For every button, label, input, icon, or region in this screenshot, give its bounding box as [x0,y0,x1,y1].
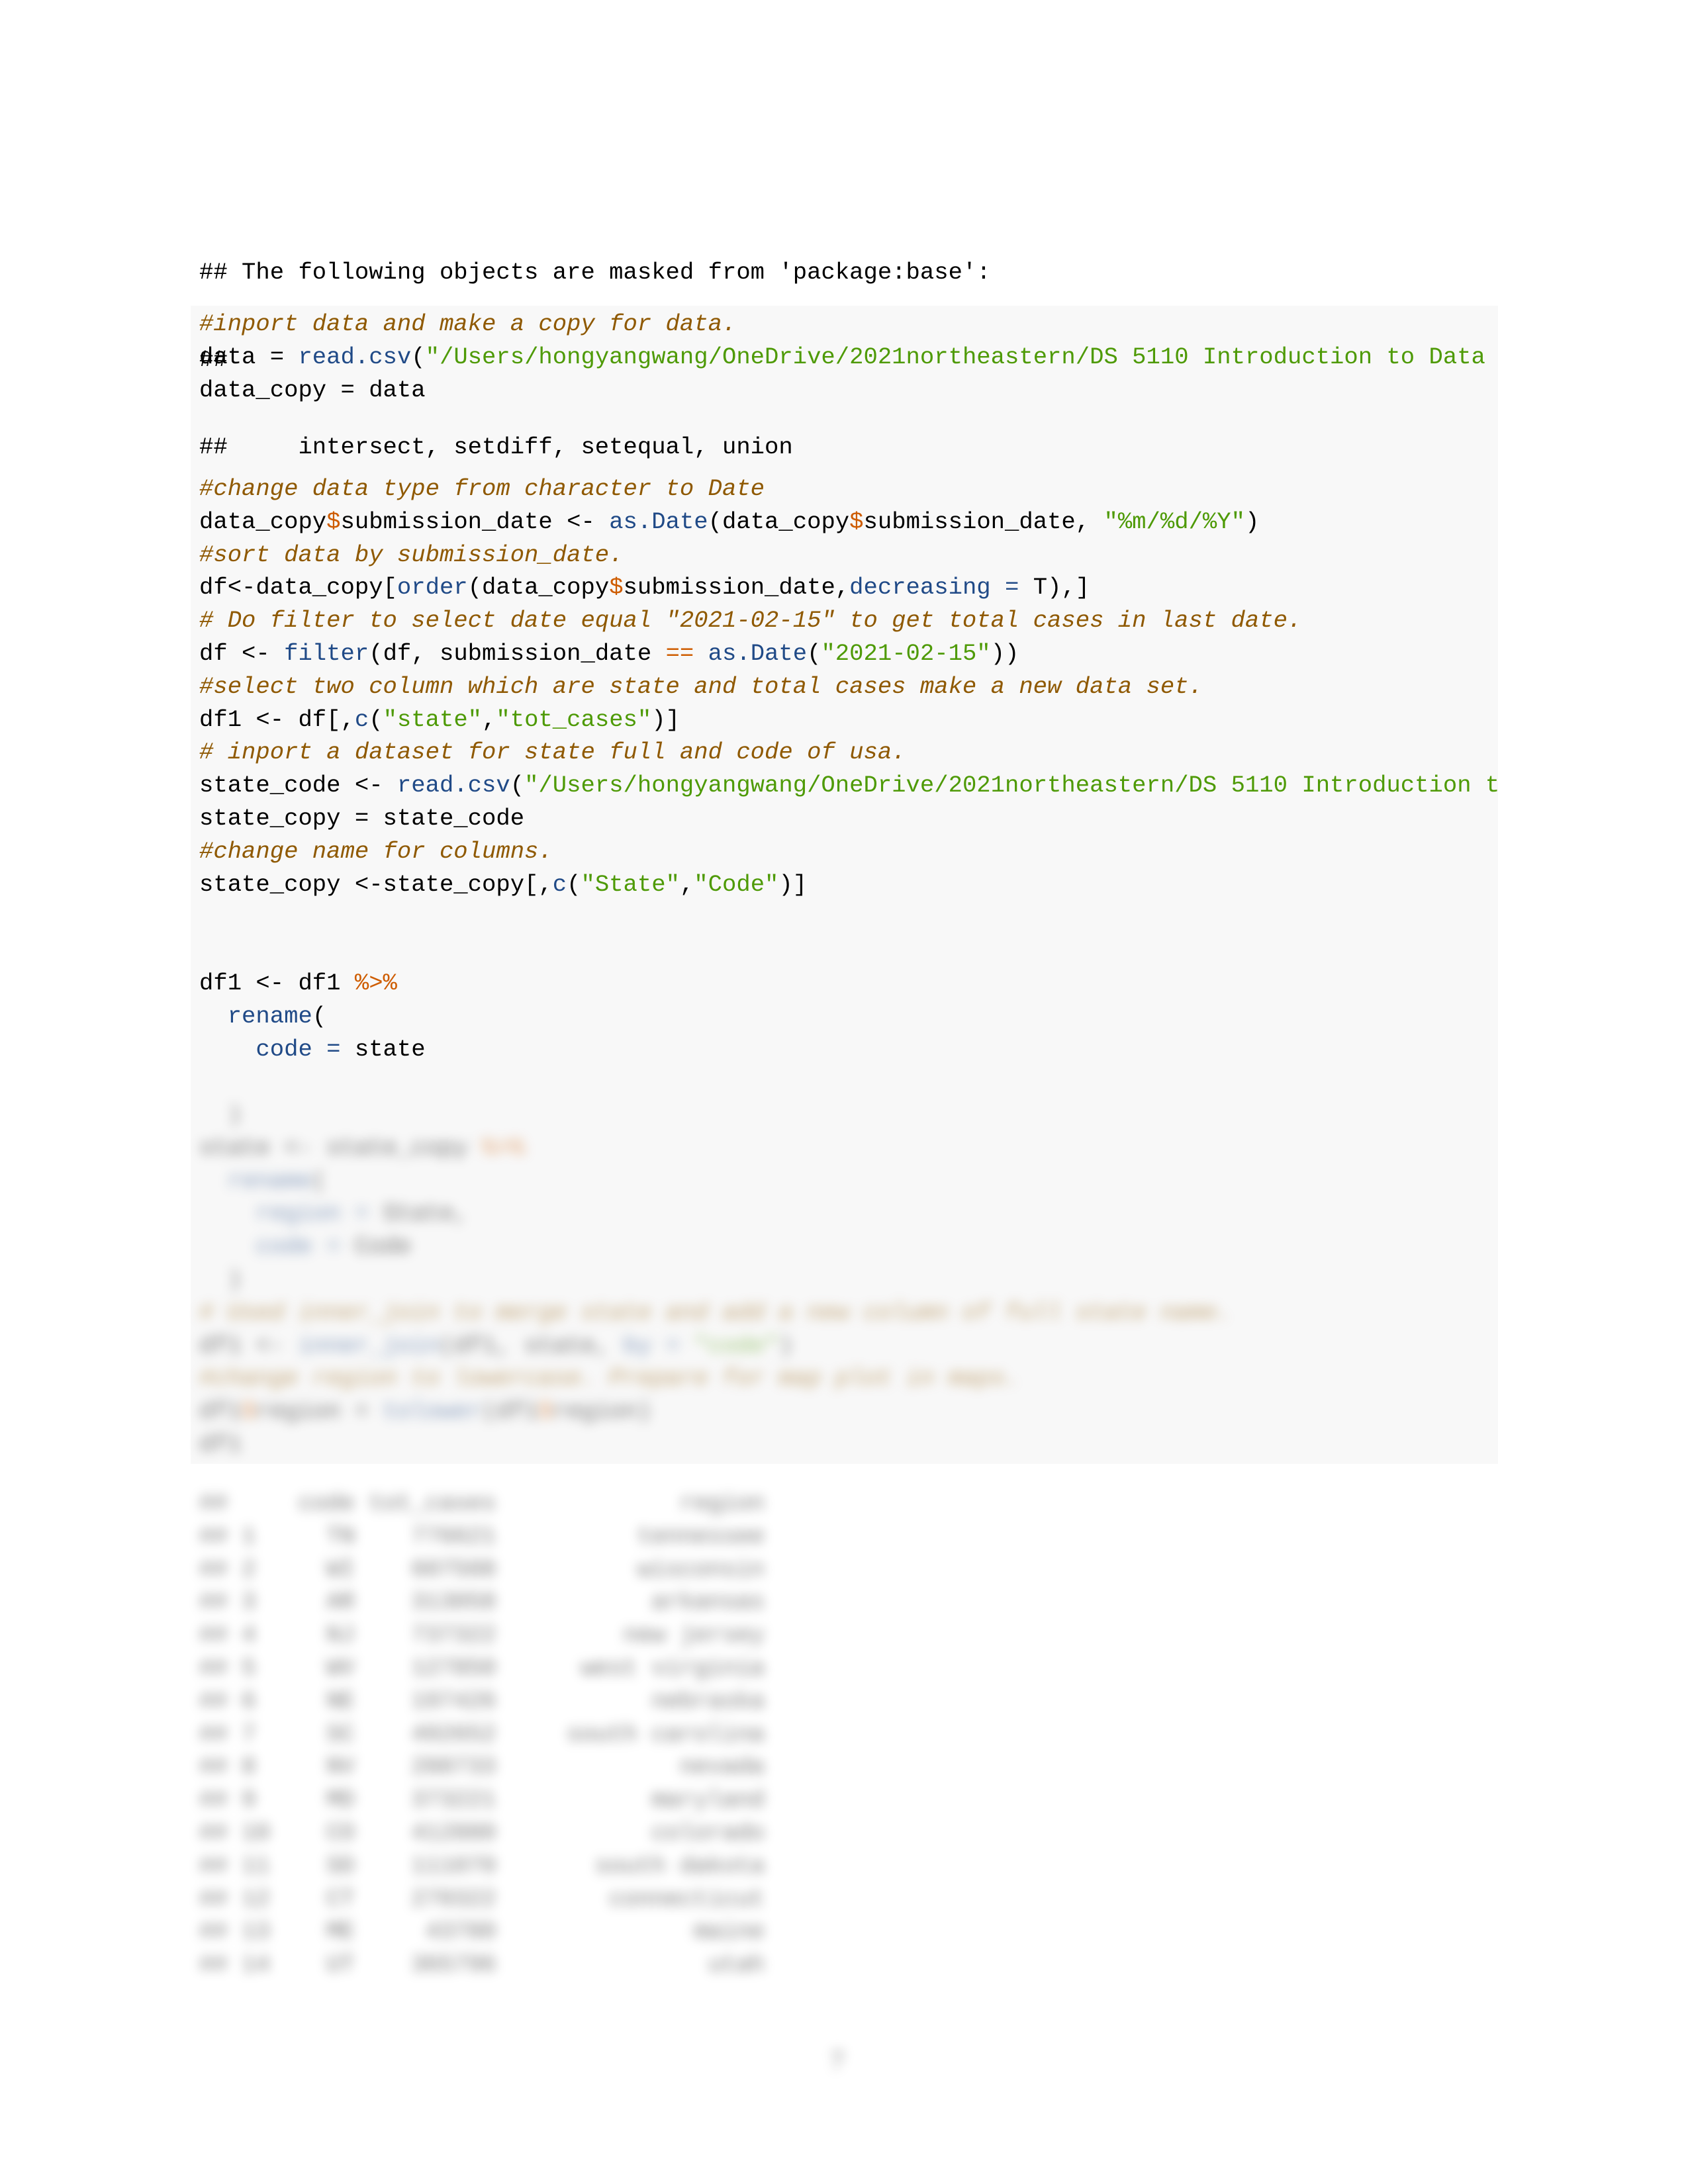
code-function: read.csv [397,772,510,799]
code-string: "tot_cases" [496,705,652,733]
code-text: ( [312,1002,327,1030]
code-line: #inport data and make a copy for data. [199,308,1497,341]
code-text: data_copy [199,508,327,535]
code-string: "Code" [694,870,779,898]
code-comment: #change name for columns. [199,837,553,865]
code-function: as.Date [708,639,808,667]
code-line: state_copy = state_code [199,802,1497,835]
code-text: (data_copy [708,508,850,535]
code-line: df1 <- df[,c("state","tot_cases")] [199,704,1497,737]
code-line: # inport a dataset for state full and co… [199,736,1497,769]
code-text: df1 <- df1 [199,969,355,997]
code-line: #select two column which are state and t… [199,670,1497,704]
code-string: "state" [383,705,483,733]
code-line: code = state [199,1033,1497,1066]
code-line: data = read.csv("/Users/hongyangwang/One… [199,341,1497,374]
code-comment: #inport data and make a copy for data. [199,310,737,338]
code-line: rename( [199,1000,1497,1033]
code-text: ( [369,705,383,733]
code-text: df <- [199,639,285,667]
code-text: submission_date, [863,508,1104,535]
code-line: df1 <- df1 %>% [199,967,1497,1000]
code-text: ( [567,870,581,898]
code-text: data_copy = data [199,376,426,404]
code-text: ) [1245,508,1260,535]
code-function: filter [284,639,369,667]
code-line: #sort data by submission_date. [199,539,1497,572]
code-text: )) [990,639,1019,667]
code-string: "State" [581,870,680,898]
code-line: data_copy$submission_date <- as.Date(dat… [199,506,1497,539]
code-text: , [679,870,694,898]
code-string: "/Users/hongyangwang/OneDrive/2021northe… [425,343,1485,371]
code-text: state_code <- [199,772,397,799]
code-comment: # Do filter to select date equal "2021-0… [199,607,1302,635]
code-comment: #sort data by submission_date. [199,541,624,569]
code-line: # Do filter to select date equal "2021-0… [199,604,1497,637]
code-text: df1 <- df[, [199,705,355,733]
code-line: data_copy = data [199,374,1497,407]
code-text: (df, submission_date [369,639,666,667]
code-text: T),] [1033,574,1090,602]
code-line: #change data type from character to Date [199,473,1497,506]
code-text: data = [199,343,299,371]
code-comment: #change data type from character to Date [199,475,765,502]
code-function: as.Date [609,508,708,535]
code-line: #change name for columns. [199,835,1497,868]
code-line: state_code <- read.csv("/Users/hongyangw… [199,769,1497,802]
code-function: rename [227,1002,312,1030]
code-operator: == [665,639,694,667]
code-function: c [354,705,369,733]
code-argument: decreasing = [849,574,1033,602]
code-text: submission_date <- [340,508,610,535]
code-operator: $ [609,574,624,602]
code-text: state_copy <-state_copy[, [199,870,553,898]
code-function: order [397,574,468,602]
code-text: , [482,705,496,733]
code-string: "2021-02-15" [821,639,991,667]
code-line: state_copy <-state_copy[,c("State","Code… [199,868,1497,901]
code-text: state_copy = state_code [199,804,525,832]
code-text: ( [510,772,525,799]
code-text: submission_date, [623,574,850,602]
code-function: read.csv [298,343,412,371]
code-operator: $ [326,508,341,535]
code-string: "/Users/hongyangwang/OneDrive/2021northe… [524,772,1497,799]
code-text: )] [651,705,680,733]
code-chunk: #inport data and make a copy for data. da… [199,308,1497,1066]
code-text: df<-data_copy[ [199,574,397,602]
code-operator: $ [849,508,864,535]
code-text: ( [807,639,821,667]
code-line: df <- filter(df, submission_date == as.D… [199,637,1497,670]
code-text: )] [778,870,808,898]
code-text: (data_copy [467,574,610,602]
code-line: df<-data_copy[order(data_copy$submission… [199,571,1497,604]
code-function: c [552,870,567,898]
code-operator: %>% [354,969,397,997]
code-string: "%m/%d/%Y" [1103,508,1245,535]
code-comment: #select two column which are state and t… [199,672,1203,700]
code-argument: code = [256,1035,355,1063]
code-chunk-clip: #inport data and make a copy for data. da… [0,0,1497,2184]
code-text: ( [411,343,426,371]
code-comment: # inport a dataset for state full and co… [199,739,906,766]
code-text: state [354,1035,426,1063]
